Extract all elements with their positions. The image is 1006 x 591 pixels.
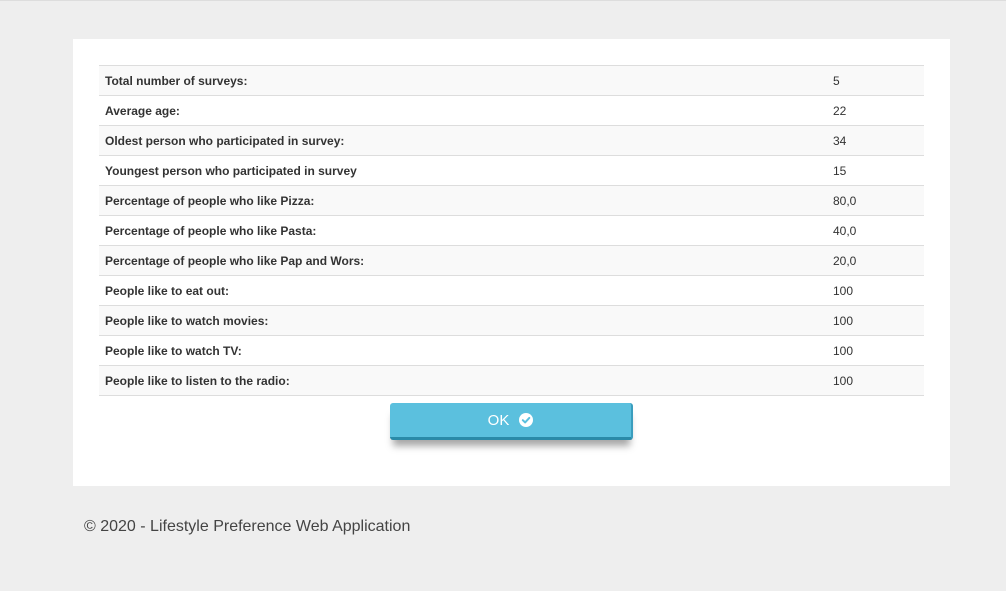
row-label: People like to watch movies: — [99, 305, 827, 336]
table-row: Total number of surveys: 5 — [99, 65, 924, 96]
table-row: Average age: 22 — [99, 95, 924, 126]
row-label: Oldest person who participated in survey… — [99, 125, 827, 156]
row-label: Percentage of people who like Pasta: — [99, 215, 827, 246]
footer-copyright: © 2020 - Lifestyle Preference Web Applic… — [84, 518, 411, 535]
row-label: Percentage of people who like Pap and Wo… — [99, 245, 827, 276]
table-row: Youngest person who participated in surv… — [99, 155, 924, 186]
row-label: Average age: — [99, 95, 827, 126]
table-row: People like to watch TV: 100 — [99, 335, 924, 366]
table-row: Percentage of people who like Pizza: 80,… — [99, 185, 924, 216]
table-row: People like to eat out: 100 — [99, 275, 924, 306]
ok-button-label: OK — [487, 411, 510, 429]
table-row: People like to listen to the radio: 100 — [99, 365, 924, 396]
row-label: People like to watch TV: — [99, 335, 827, 366]
row-value: 20,0 — [827, 245, 924, 276]
table-row: Oldest person who participated in survey… — [99, 125, 924, 156]
row-label: People like to listen to the radio: — [99, 365, 827, 396]
row-value: 100 — [827, 305, 924, 336]
row-label: Total number of surveys: — [99, 65, 827, 96]
row-value: 100 — [827, 365, 924, 396]
results-table: Total number of surveys: 5 Average age: … — [99, 65, 924, 396]
ok-button[interactable]: OK — [390, 403, 633, 440]
row-value: 15 — [827, 155, 924, 186]
check-circle-icon — [519, 413, 534, 427]
row-label: Youngest person who participated in surv… — [99, 155, 827, 186]
table-row: People like to watch movies: 100 — [99, 305, 924, 336]
results-card: Total number of surveys: 5 Average age: … — [73, 39, 950, 486]
row-value: 40,0 — [827, 215, 924, 246]
row-value: 100 — [827, 335, 924, 366]
table-row: Percentage of people who like Pasta: 40,… — [99, 215, 924, 246]
row-label: People like to eat out: — [99, 275, 827, 306]
table-row: Percentage of people who like Pap and Wo… — [99, 245, 924, 276]
row-value: 22 — [827, 95, 924, 126]
row-value: 34 — [827, 125, 924, 156]
row-value: 100 — [827, 275, 924, 306]
row-label: Percentage of people who like Pizza: — [99, 185, 827, 216]
row-value: 80,0 — [827, 185, 924, 216]
row-value: 5 — [827, 65, 924, 96]
